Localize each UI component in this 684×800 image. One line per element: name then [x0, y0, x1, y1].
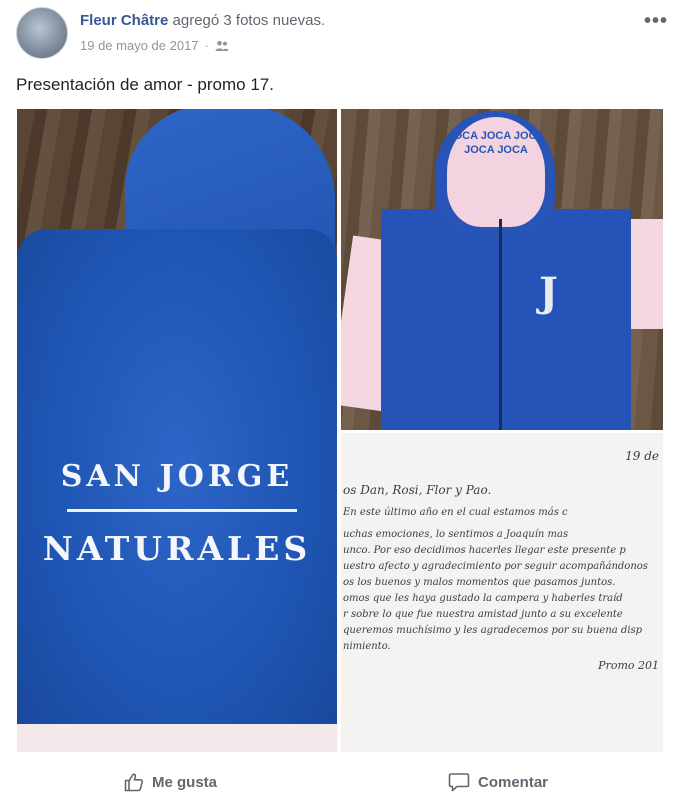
like-label: Me gusta	[152, 773, 218, 791]
letter-line: unco. Por eso decidimos hacerles llegar …	[343, 545, 626, 556]
letter-line: queremos muchísimo y les agradecemos por…	[343, 625, 643, 636]
comment-bubble-icon	[448, 772, 470, 792]
thumbs-up-icon	[124, 772, 144, 792]
author-name-link[interactable]: Fleur Châtre	[80, 12, 168, 29]
letter-line: omos que les haya gustado la campera y h…	[343, 593, 623, 604]
post-date-link[interactable]: 19 de mayo de 2017	[80, 38, 199, 53]
post-action-text: agregó 3 fotos nuevas.	[172, 12, 326, 29]
meta-separator: ·	[204, 38, 209, 53]
like-button[interactable]: Me gusta	[124, 765, 217, 799]
comment-button[interactable]: Comentar	[448, 765, 548, 799]
letter-line: nimiento.	[343, 641, 391, 652]
avatar[interactable]	[16, 7, 68, 59]
letter-line: os los buenos y malos momentos que pasam…	[343, 577, 616, 588]
post-meta: 19 de mayo de 2017 ·	[80, 38, 229, 53]
post-caption: Presentación de amor - promo 17.	[16, 75, 274, 94]
letter-date: 19 de	[625, 449, 659, 463]
friends-audience-icon[interactable]	[215, 40, 229, 52]
embroidery-line-1: SAN JORGE	[60, 459, 294, 494]
embroidery-stick	[67, 509, 297, 512]
post-header: Fleur Châtre agregó 3 fotos nuevas.	[80, 12, 325, 29]
letter-signature: Promo 201	[598, 659, 659, 672]
hoodie-cuff	[17, 724, 337, 752]
letter-greeting: os Dan, Rosi, Flor y Pao.	[343, 483, 492, 497]
hoodie-zipper	[499, 219, 502, 430]
photo-handwritten-letter[interactable]: 19 de os Dan, Rosi, Flor y Pao. En este …	[341, 433, 663, 752]
hoodie-body	[381, 209, 631, 430]
embroidery-line-2: NATURALES	[42, 529, 312, 568]
letter-line: En este último año en el cual estamos má…	[343, 507, 568, 518]
post-action-bar: Me gusta Comentar	[0, 765, 684, 799]
chest-letter: J	[539, 269, 558, 316]
letter-line: r sobre lo que fue nuestra amistad junto…	[343, 609, 623, 620]
letter-paper: 19 de os Dan, Rosi, Flor y Pao. En este …	[341, 433, 663, 752]
comment-label: Comentar	[478, 773, 549, 791]
hood-print: JOCA JOCA JOCA JOCA JOCA	[447, 130, 545, 156]
more-options-button[interactable]: •••	[644, 10, 668, 33]
letter-line: uchas emociones, lo sentimos a Joaquín m…	[343, 529, 569, 540]
photo-hoodie-front[interactable]: JOCA JOCA JOCA JOCA JOCA J	[341, 109, 663, 430]
letter-line: uestro afecto y agradecimiento por segui…	[343, 561, 648, 572]
facebook-post: Fleur Châtre agregó 3 fotos nuevas. 19 d…	[0, 0, 684, 800]
photo-hoodie-back[interactable]: SAN JORGE NATURALES	[17, 109, 337, 752]
